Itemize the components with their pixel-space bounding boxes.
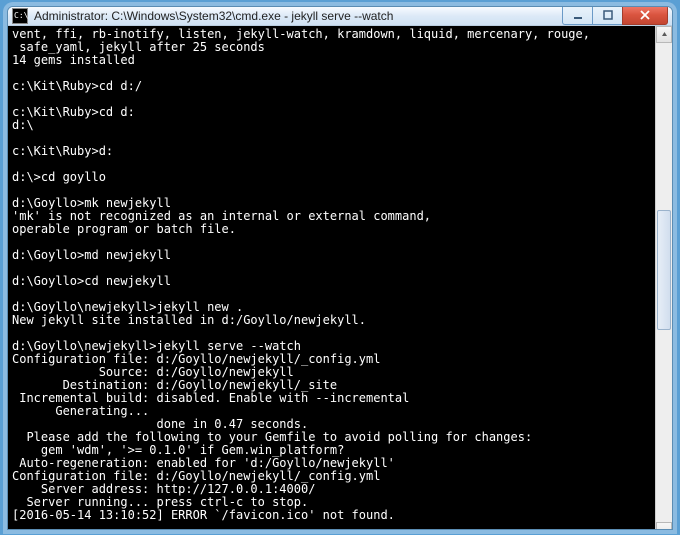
cmd-icon: C:\ bbox=[12, 8, 28, 24]
console-area: vent, ffi, rb-inotify, listen, jekyll-wa… bbox=[8, 26, 672, 530]
window-controls bbox=[562, 6, 668, 25]
titlebar[interactable]: C:\ Administrator: C:\Windows\System32\c… bbox=[8, 7, 672, 26]
console-output[interactable]: vent, ffi, rb-inotify, listen, jekyll-wa… bbox=[8, 26, 655, 530]
minimize-button[interactable] bbox=[562, 6, 592, 25]
close-button[interactable] bbox=[622, 6, 668, 25]
window-title: Administrator: C:\Windows\System32\cmd.e… bbox=[34, 9, 556, 23]
maximize-button[interactable] bbox=[592, 6, 622, 25]
cmd-window: C:\ Administrator: C:\Windows\System32\c… bbox=[7, 6, 673, 530]
svg-text:C:\: C:\ bbox=[14, 11, 28, 20]
scroll-down-button[interactable] bbox=[656, 522, 672, 530]
scroll-track[interactable] bbox=[656, 43, 672, 522]
vertical-scrollbar[interactable] bbox=[655, 26, 672, 530]
scroll-up-button[interactable] bbox=[656, 26, 672, 43]
scroll-thumb[interactable] bbox=[657, 210, 671, 330]
